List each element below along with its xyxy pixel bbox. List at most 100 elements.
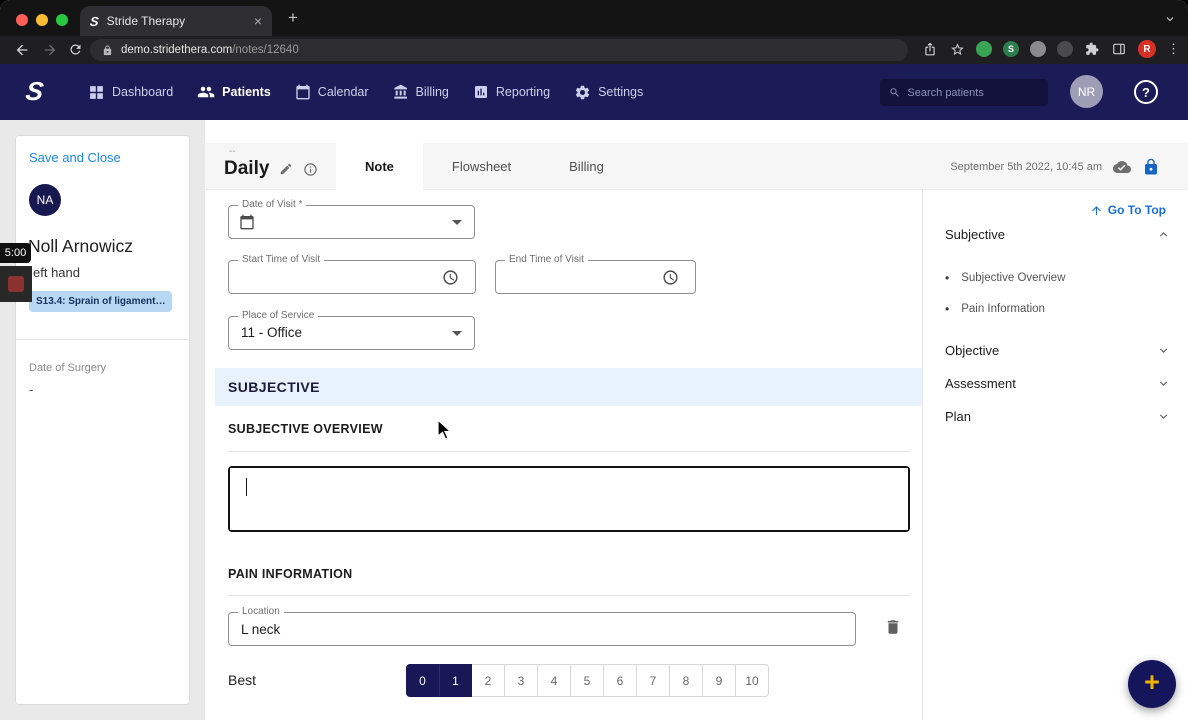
diagnosis-chip[interactable]: S13.4: Sprain of ligament… [29,291,173,312]
calendar-icon [296,84,310,100]
stride-logo[interactable]: S [24,76,46,107]
pain-scale-7[interactable]: 7 [637,664,670,697]
pain-scale-segmented-control: 0 1 2 3 4 5 6 7 8 9 10 [406,664,769,697]
browser-profile-avatar[interactable]: R [1138,40,1156,58]
url-path: /notes/12640 [232,44,299,56]
pain-location-input[interactable] [229,613,855,645]
patients-icon [197,86,215,98]
share-icon[interactable] [922,41,938,57]
browser-tab[interactable]: S Stride Therapy × [80,6,272,36]
nav-item-billing[interactable]: Billing [393,84,449,100]
end-time-label: End Time of Visit [505,254,588,265]
pain-location-field[interactable]: Location [228,606,856,646]
place-of-service-label: Place of Service [238,310,319,321]
chevron-up-icon[interactable] [1157,228,1170,241]
clock-icon[interactable] [442,269,459,291]
subjective-overview-textarea[interactable] [228,466,910,532]
reload-button[interactable] [68,42,84,58]
new-tab-button[interactable]: + [288,8,298,28]
recording-stop-button[interactable] [0,266,32,302]
pain-scale-2[interactable]: 2 [472,664,505,697]
side-panel-icon[interactable] [1111,41,1127,57]
site-lock-icon[interactable] [102,44,113,56]
forward-button[interactable] [42,42,58,58]
divider [228,595,910,596]
pain-scale-0[interactable]: 0 [406,664,439,697]
patient-sidebar: Save and Close NA Noll Arnowicz eft hand… [15,135,190,705]
pain-scale-10[interactable]: 10 [736,664,769,697]
address-bar[interactable]: demo.stridethera.com/notes/12640 [90,39,908,61]
extension-stride-icon[interactable]: S [1003,41,1019,57]
close-window-button[interactable] [16,14,28,26]
extension-icon[interactable] [976,41,992,57]
outline-item-subjective-overview[interactable]: • Subjective Overview [945,271,1065,285]
go-to-top-button[interactable]: Go To Top [1090,203,1166,217]
pain-scale-8[interactable]: 8 [670,664,703,697]
patient-search[interactable] [880,79,1048,106]
search-input[interactable] [907,86,1039,99]
pain-scale-1[interactable]: 1 [439,664,472,697]
back-button[interactable] [14,42,30,58]
user-avatar[interactable]: NR [1070,75,1103,108]
window-controls [16,14,68,26]
zoom-window-button[interactable] [56,14,68,26]
billing-icon [393,84,407,99]
dashboard-icon [90,85,103,99]
chevron-down-icon[interactable] [1157,410,1170,423]
outline-section-subjective[interactable]: Subjective [945,227,1170,242]
reporting-icon [474,86,487,98]
bullet-icon: • [945,302,950,316]
tab-note[interactable]: Note [336,143,423,191]
info-icon[interactable] [303,162,318,177]
outline-item-pain-information[interactable]: • Pain Information [945,302,1045,316]
delete-pain-entry-trash-icon[interactable] [884,618,902,641]
pain-scale-3[interactable]: 3 [505,664,538,697]
app-header: S Dashboard Patients Calendar Billing Re… [0,64,1188,120]
date-of-visit-label: Date of Visit * [238,199,307,210]
save-and-close-link[interactable]: Save and Close [29,150,121,165]
pain-scale-9[interactable]: 9 [703,664,736,697]
page-content: Save and Close NA Noll Arnowicz eft hand… [0,120,1188,720]
subjective-section-header[interactable]: SUBJECTIVE [215,368,922,406]
bookmark-star-icon[interactable] [949,41,965,57]
chevron-down-icon[interactable] [1157,377,1170,390]
start-time-field[interactable]: Start Time of Visit [228,254,476,294]
clock-icon[interactable] [662,269,679,291]
pain-scale-5[interactable]: 5 [571,664,604,697]
extensions-puzzle-icon[interactable] [1084,41,1100,57]
arrow-up-icon [1091,205,1101,215]
outline-section-plan[interactable]: Plan [945,409,1170,424]
dropdown-caret-icon[interactable] [452,220,462,230]
end-time-field[interactable]: End Time of Visit [495,254,696,294]
close-tab-icon[interactable]: × [254,14,262,28]
tab-flowsheet[interactable]: Flowsheet [423,143,540,191]
help-button[interactable]: ? [1134,80,1158,104]
calendar-icon[interactable] [239,214,255,235]
patient-avatar: NA [29,184,61,216]
tab-search-chevron-icon[interactable] [1164,12,1176,30]
dropdown-caret-icon[interactable] [452,331,462,341]
tab-billing[interactable]: Billing [540,143,633,191]
nav-item-dashboard[interactable]: Dashboard [88,84,173,101]
lock-note-icon[interactable] [1142,158,1160,176]
nav-item-reporting[interactable]: Reporting [473,84,550,100]
minimize-window-button[interactable] [36,14,48,26]
settings-gear-icon [575,85,590,99]
pain-scale-6[interactable]: 6 [604,664,637,697]
start-time-label: Start Time of Visit [238,254,325,265]
nav-item-settings[interactable]: Settings [574,84,643,101]
edit-title-pencil-icon[interactable] [279,162,293,176]
outline-section-assessment[interactable]: Assessment [945,376,1170,391]
place-of-service-select[interactable]: Place of Service 11 - Office [228,310,475,350]
extension-icon[interactable] [1057,41,1073,57]
nav-item-calendar[interactable]: Calendar [295,84,369,100]
outline-section-objective[interactable]: Objective [945,343,1170,358]
browser-menu-icon[interactable]: ⋮ [1167,41,1180,57]
pain-scale-4[interactable]: 4 [538,664,571,697]
extension-icon[interactable] [1030,41,1046,57]
add-fab-button[interactable]: + [1128,660,1176,708]
nav-item-patients[interactable]: Patients [197,83,271,101]
subjective-overview-input[interactable] [230,468,908,530]
date-of-visit-field[interactable]: Date of Visit * [228,199,475,239]
chevron-down-icon[interactable] [1157,344,1170,357]
